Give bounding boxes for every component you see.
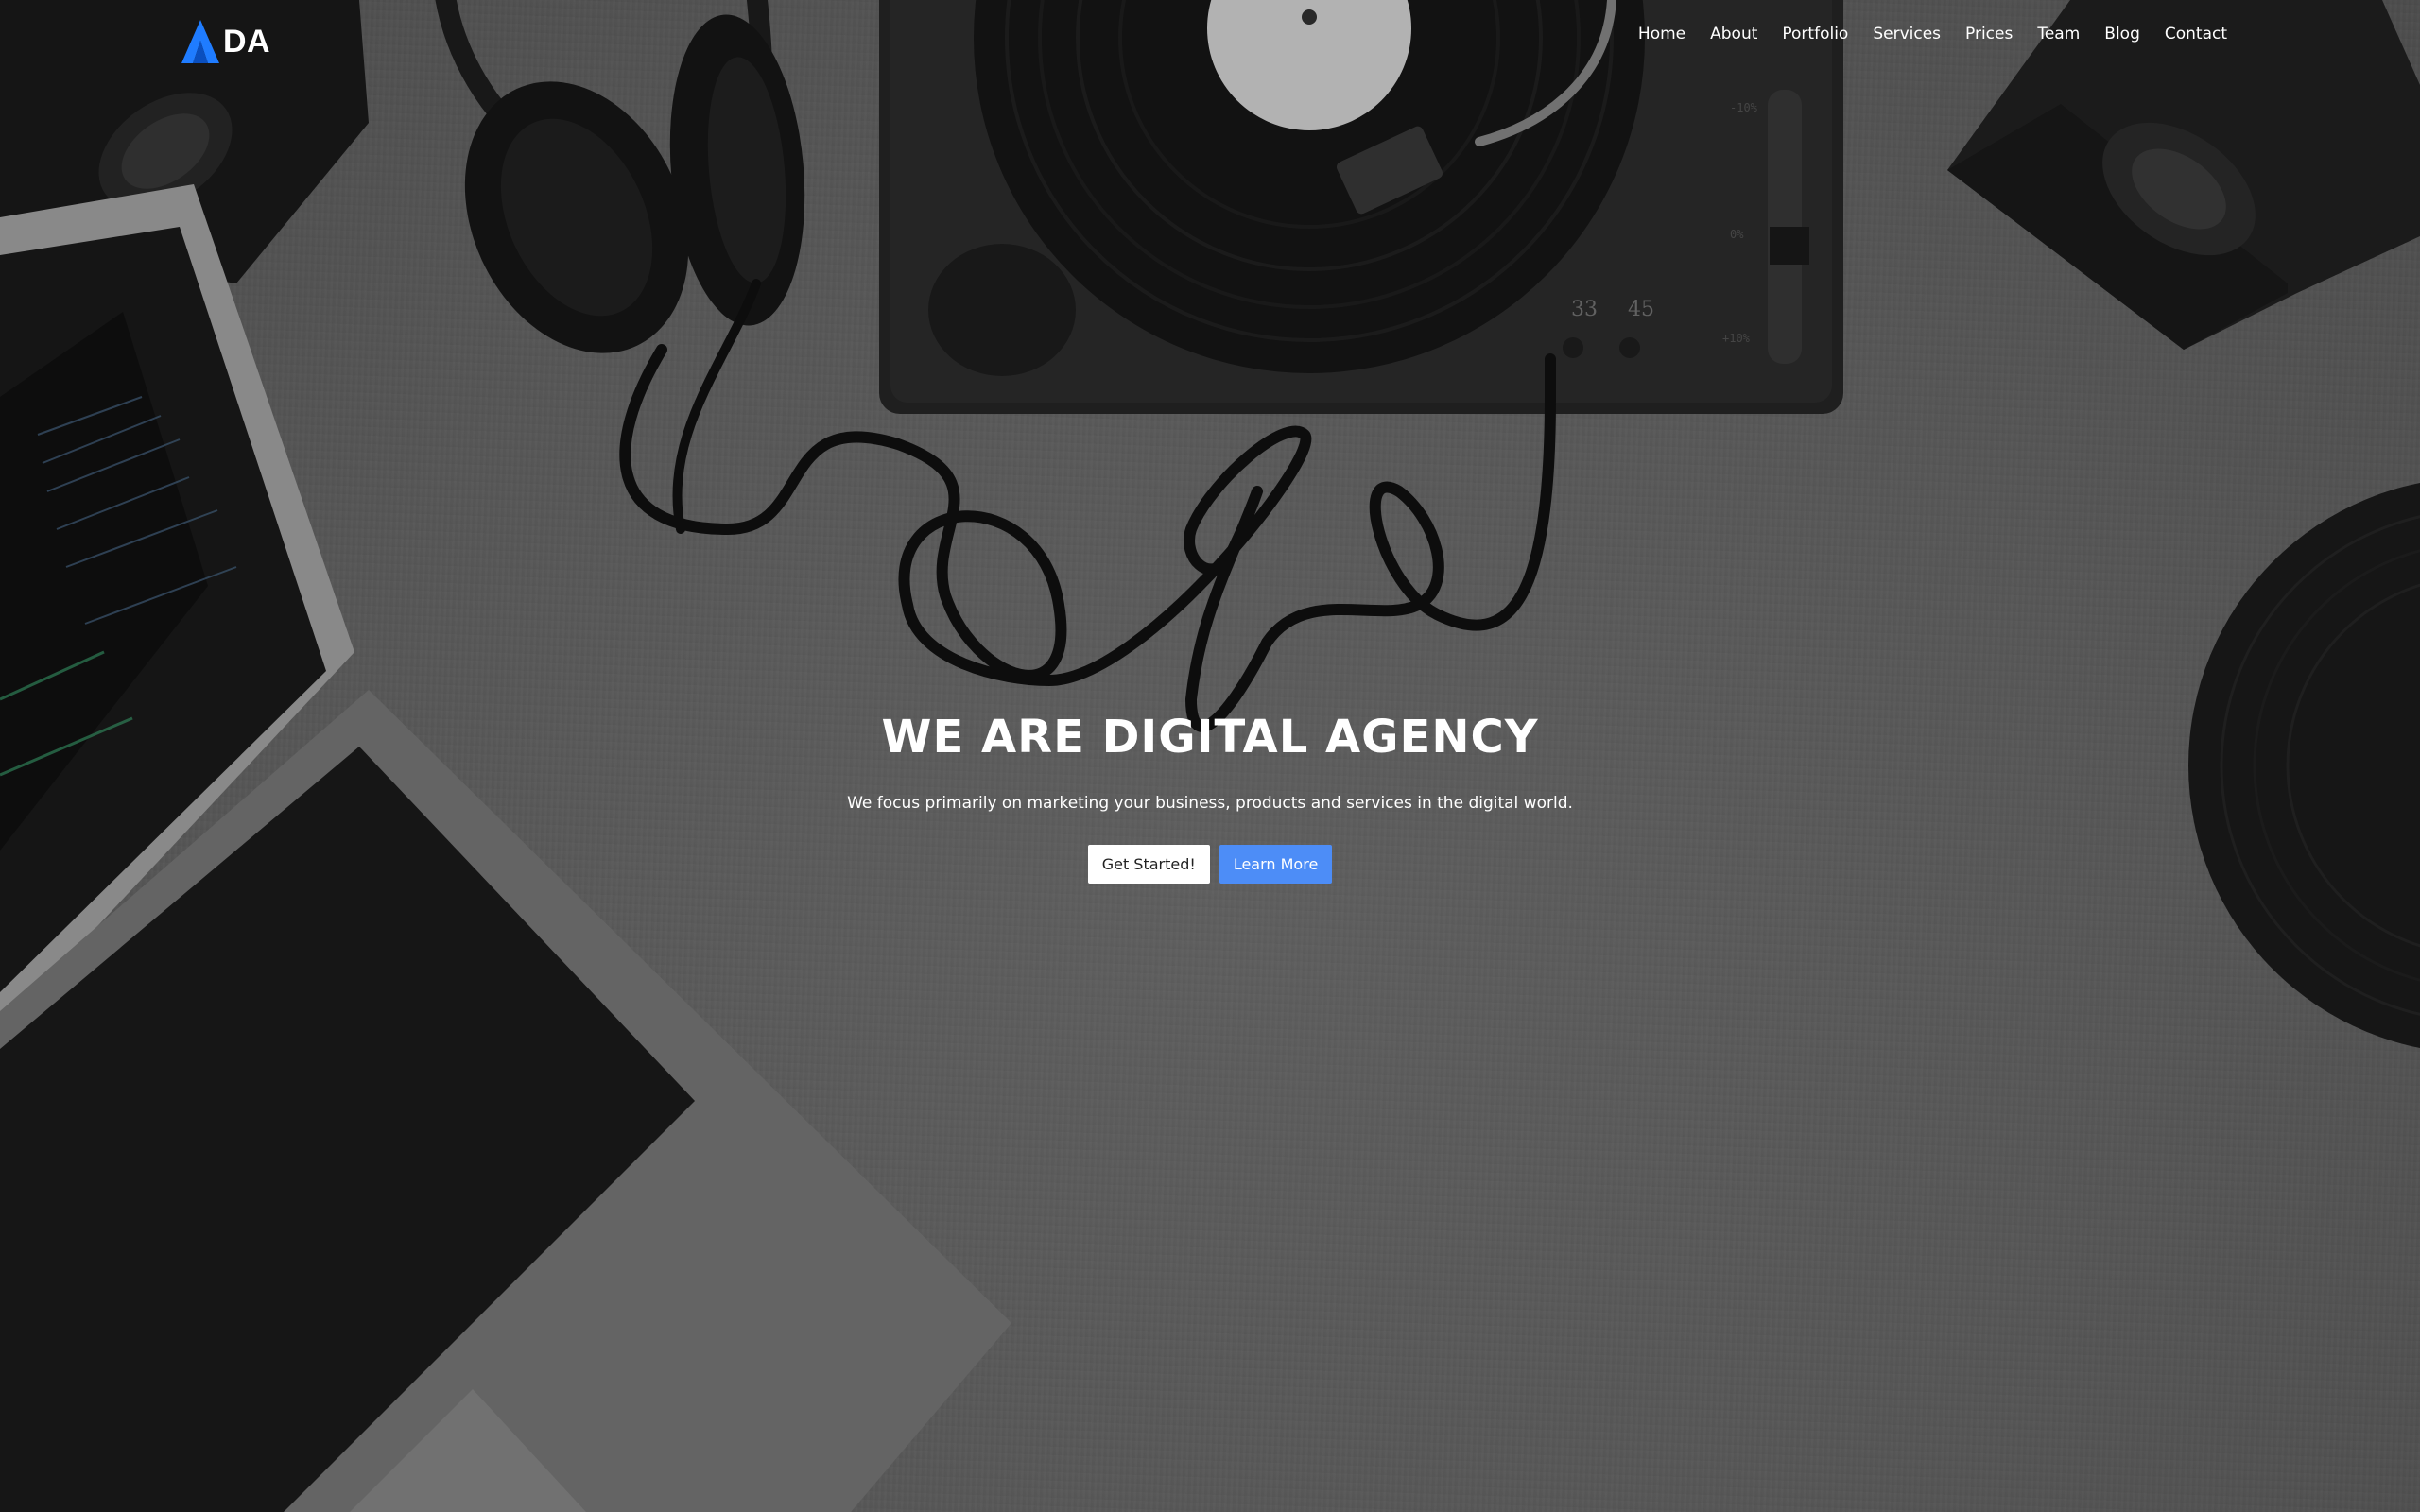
- hero-buttons: Get Started! Learn More: [0, 845, 2420, 884]
- hero-subtitle: We focus primarily on marketing your bus…: [847, 794, 1573, 813]
- nav-item-about[interactable]: About: [1710, 25, 1757, 43]
- nav-item-team[interactable]: Team: [2037, 25, 2080, 43]
- brand-text: DA: [223, 23, 271, 60]
- brand-logo[interactable]: DA: [182, 19, 270, 64]
- nav-item-services[interactable]: Services: [1873, 25, 1941, 43]
- nav-item-home[interactable]: Home: [1638, 25, 1685, 43]
- learn-more-button[interactable]: Learn More: [1219, 845, 1333, 884]
- hero-title: WE ARE DIGITAL AGENCY: [881, 711, 1539, 764]
- nav-menu: Home About Portfolio Services Prices Tea…: [1638, 25, 2227, 43]
- nav-item-portfolio[interactable]: Portfolio: [1782, 25, 1848, 43]
- nav-item-blog[interactable]: Blog: [2104, 25, 2140, 43]
- nav-item-contact[interactable]: Contact: [2165, 25, 2227, 43]
- hero-content: WE ARE DIGITAL AGENCY We focus primarily…: [0, 711, 2420, 884]
- nav-item-prices[interactable]: Prices: [1965, 25, 2013, 43]
- navbar: DA Home About Portfolio Services Prices …: [0, 0, 2420, 83]
- get-started-button[interactable]: Get Started!: [1087, 845, 1210, 884]
- triangle-logo-icon: [182, 20, 219, 63]
